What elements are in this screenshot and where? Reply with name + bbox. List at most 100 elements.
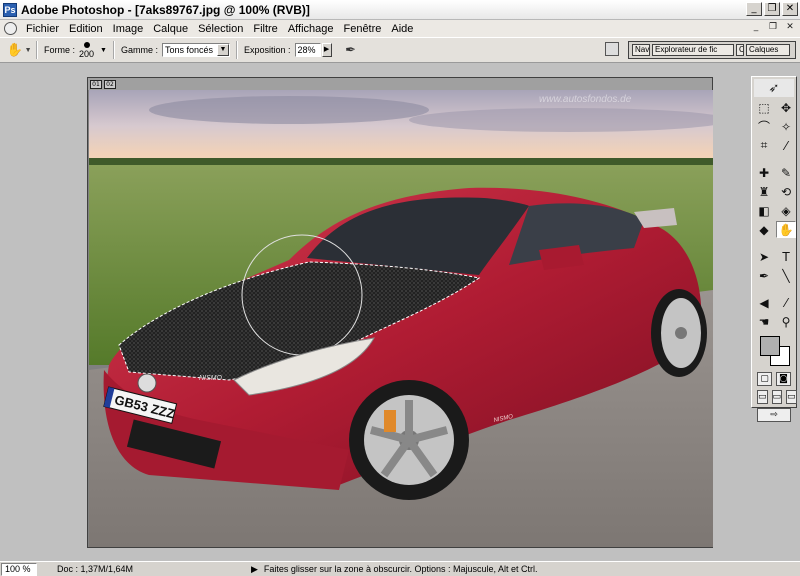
burn-tool-icon[interactable]: ✋: [776, 221, 796, 238]
tab-layers[interactable]: Calques: [746, 44, 790, 56]
document-window: 01 02 GB53 ZZZ NISMO NISMO www.autosfond…: [87, 77, 713, 548]
toolbox: ➶ ⬚ ✥ ⌒ ✧ ⌗ ⁄ ✚ ✎ ♜ ⟲ ◧ ◈ ◆ ✋ ➤ T ✒ ╲ ◀ …: [751, 76, 797, 422]
path-selection-icon[interactable]: ➤: [754, 248, 774, 265]
menu-fenetre[interactable]: Fenêtre: [338, 23, 386, 35]
doc-close-button[interactable]: ✕: [783, 22, 797, 34]
range-select[interactable]: Tons foncés ▼: [162, 43, 230, 57]
window-controls: _ ❐ ✕: [746, 2, 798, 16]
tool-separator: [776, 286, 796, 292]
burn-tool-icon: ✋: [6, 42, 23, 57]
tab-navigator[interactable]: Nav: [632, 44, 650, 56]
tree-line: [89, 158, 713, 166]
jump-to-imageready-icon[interactable]: ⇨: [757, 408, 791, 422]
brush-chevron-icon[interactable]: ▼: [100, 47, 107, 54]
zoom-tool-icon[interactable]: ⚲: [776, 313, 796, 330]
marquee-tool-icon[interactable]: ⬚: [754, 99, 774, 116]
doc-restore-button[interactable]: ❐: [766, 22, 780, 34]
color-swatches: [754, 334, 794, 370]
tab-file-browser[interactable]: Explorateur de fic: [652, 44, 734, 56]
menu-image[interactable]: Image: [108, 23, 149, 35]
tool-preset-picker[interactable]: ✋ ▼: [6, 42, 32, 58]
status-bar: 100 % Doc : 1,37M/1,64M ▶ Faites glisser…: [0, 561, 800, 576]
eyedropper-tool-icon[interactable]: ⁄: [776, 294, 796, 311]
brush-tip-icon: [83, 41, 90, 48]
magic-wand-tool-icon[interactable]: ✧: [776, 118, 796, 135]
doc-info: Doc : 1,37M/1,64M: [57, 564, 134, 574]
palette-well: Nav Explorateur de fic C Calques: [628, 41, 796, 59]
screen-mode-row: ▭ ▭ ▭: [752, 388, 797, 406]
range-value: Tons foncés: [165, 45, 214, 55]
standard-mode-icon[interactable]: ▢: [757, 372, 772, 386]
notes-tool-icon[interactable]: ◀: [754, 294, 774, 311]
brush-tool-icon[interactable]: ✎: [776, 164, 796, 181]
photoshop-icon: Ps: [3, 2, 17, 17]
tab-c[interactable]: C: [736, 44, 744, 56]
tool-separator: [776, 240, 796, 246]
move-tool-icon[interactable]: ✥: [776, 99, 796, 116]
divider: [112, 41, 115, 59]
tool-separator: [754, 156, 774, 162]
menu-filtre[interactable]: Filtre: [248, 23, 282, 35]
line-tool-icon[interactable]: ╲: [776, 267, 796, 284]
chevron-down-icon: ▼: [24, 46, 32, 54]
tool-separator: [776, 156, 796, 162]
window-title: Adobe Photoshop - [7aks89767.jpg @ 100% …: [21, 2, 310, 17]
eraser-tool-icon[interactable]: ◧: [754, 202, 774, 219]
menu-selection[interactable]: Sélection: [193, 23, 248, 35]
lasso-tool-icon[interactable]: ⌒: [754, 118, 774, 135]
menu-edition[interactable]: Edition: [64, 23, 108, 35]
menu-affichage[interactable]: Affichage: [283, 23, 339, 35]
jump-row: ⇨: [752, 406, 796, 424]
front-wheel: [349, 380, 469, 500]
adobe-logo-icon[interactable]: ➶: [754, 79, 794, 97]
blur-tool-icon[interactable]: ◆: [754, 221, 774, 238]
menu-fichier[interactable]: Fichier: [21, 23, 64, 35]
range-label: Gamme :: [120, 45, 158, 55]
hand-tool-icon[interactable]: ☚: [754, 313, 774, 330]
healing-brush-icon[interactable]: ✚: [754, 164, 774, 181]
exposure-slider-button[interactable]: ▶: [321, 43, 332, 57]
badge-emblem: [137, 373, 157, 393]
foreground-color-swatch[interactable]: [760, 336, 780, 356]
document-system-icon[interactable]: [4, 22, 17, 35]
document-controls: _ ❐ ✕: [749, 22, 797, 34]
hood-badge: NISMO: [199, 375, 223, 382]
exposure-input[interactable]: 28%: [294, 43, 321, 57]
crop-tool-icon[interactable]: ⌗: [754, 137, 774, 154]
doc-header-box-2: 02: [104, 79, 116, 89]
maximize-button[interactable]: ❐: [764, 2, 780, 16]
quick-mask-icon[interactable]: ◙: [776, 372, 791, 386]
image-canvas[interactable]: GB53 ZZZ NISMO NISMO www.autosfondos.de: [89, 90, 713, 547]
menu-calque[interactable]: Calque: [148, 23, 193, 35]
minimize-button[interactable]: _: [746, 2, 762, 16]
exposure-label: Exposition :: [244, 45, 291, 55]
brush-picker[interactable]: 200: [79, 41, 95, 59]
slice-tool-icon[interactable]: ⁄: [776, 137, 796, 154]
tool-separator: [754, 240, 774, 246]
paint-bucket-icon[interactable]: ◈: [776, 202, 796, 219]
options-bar: ✋ ▼ Forme : 200 ▼ Gamme : Tons foncés ▼ E…: [0, 37, 800, 63]
airbrush-icon[interactable]: ✒: [342, 41, 360, 59]
divider: [236, 41, 238, 59]
rear-wheel: [651, 289, 707, 377]
doc-minimize-button[interactable]: _: [749, 22, 763, 34]
brush-label: Forme :: [44, 45, 76, 55]
screen-mode-standard-icon[interactable]: ▭: [757, 390, 768, 404]
menu-aide[interactable]: Aide: [386, 23, 418, 35]
zoom-field[interactable]: 100 %: [1, 562, 37, 576]
screen-mode-full-menu-icon[interactable]: ▭: [771, 390, 783, 404]
document-header: 01 02: [88, 78, 712, 90]
history-brush-icon[interactable]: ⟲: [776, 183, 796, 200]
palette-toggle-icon[interactable]: [605, 42, 619, 56]
doc-header-box-1: 01: [90, 79, 102, 89]
brush-size: 200: [79, 48, 95, 59]
stamp-tool-icon[interactable]: ♜: [754, 183, 774, 200]
close-button[interactable]: ✕: [782, 2, 798, 16]
mask-mode-row: ▢ ◙: [752, 370, 796, 388]
watermark: www.autosfondos.de: [539, 94, 632, 105]
pen-tool-icon[interactable]: ✒: [754, 267, 774, 284]
type-tool-icon[interactable]: T: [776, 248, 796, 265]
tool-grid: ⬚ ✥ ⌒ ✧ ⌗ ⁄ ✚ ✎ ♜ ⟲ ◧ ◈ ◆ ✋ ➤ T ✒ ╲ ◀ ⁄ …: [752, 99, 796, 330]
status-menu-icon[interactable]: ▶: [251, 564, 258, 575]
screen-mode-full-icon[interactable]: ▭: [786, 390, 797, 404]
